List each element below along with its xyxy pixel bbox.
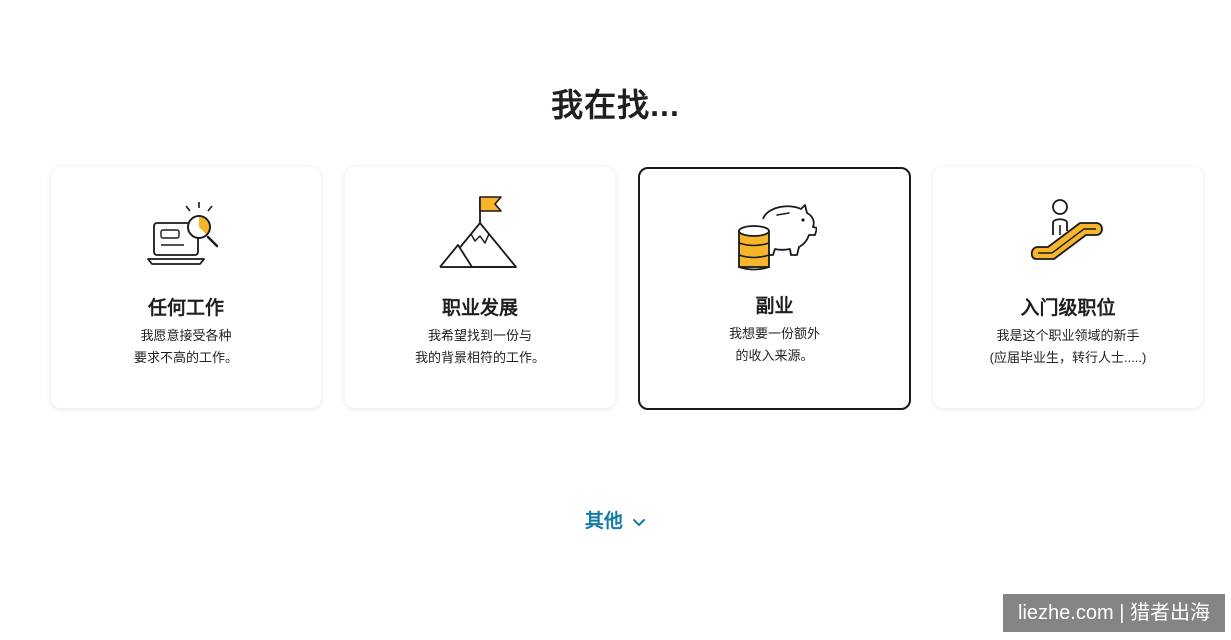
other-options-toggle[interactable]: 其他	[0, 506, 1231, 533]
escalator-person-icon	[1030, 199, 1103, 260]
card-title: 副业	[755, 296, 794, 317]
card-description-line: 要求不高的工作。	[133, 350, 238, 365]
option-card-entry-level[interactable]: 入门级职位 我是这个职业领域的新手 (应届毕业生，转行人士.....)	[933, 167, 1203, 408]
card-description-line: 我想要一份额外	[728, 326, 820, 341]
other-options-label: 其他	[584, 511, 623, 532]
laptop-magnifier-icon	[147, 202, 219, 265]
card-description: 我是这个职业领域的新手 (应届毕业生，转行人士.....)	[933, 325, 1203, 369]
card-title: 入门级职位	[1020, 298, 1116, 319]
card-description-line: 我希望找到一份与	[427, 328, 532, 343]
mountain-flag-icon	[439, 196, 517, 268]
page: 我在找... 任何工作 我愿意接受各种 要求不高的工作。 职业发展 我希望找到一…	[0, 0, 1231, 640]
card-description: 我想要一份额外 的收入来源。	[640, 323, 909, 367]
card-description-line: (应届毕业生，转行人士.....)	[989, 350, 1147, 365]
option-card-career-development[interactable]: 职业发展 我希望找到一份与 我的背景相符的工作。	[345, 167, 615, 408]
card-description: 我愿意接受各种 要求不高的工作。	[51, 325, 321, 369]
card-description-line: 我是这个职业领域的新手	[996, 328, 1140, 343]
card-title: 职业发展	[441, 298, 518, 319]
card-description-line: 的收入来源。	[735, 348, 814, 363]
option-card-any-job[interactable]: 任何工作 我愿意接受各种 要求不高的工作。	[51, 167, 321, 408]
card-description: 我希望找到一份与 我的背景相符的工作。	[345, 325, 615, 369]
card-description-line: 我愿意接受各种	[140, 328, 232, 343]
page-title: 我在找...	[551, 87, 680, 123]
piggy-bank-coins-icon	[737, 204, 817, 271]
card-title: 任何工作	[147, 298, 224, 319]
chevron-down-icon	[633, 518, 646, 526]
card-description-line: 我的背景相符的工作。	[414, 350, 545, 365]
watermark: liezhe.com | 猎者出海	[1003, 594, 1225, 632]
option-card-side-job[interactable]: 副业 我想要一份额外 的收入来源。	[638, 167, 911, 410]
